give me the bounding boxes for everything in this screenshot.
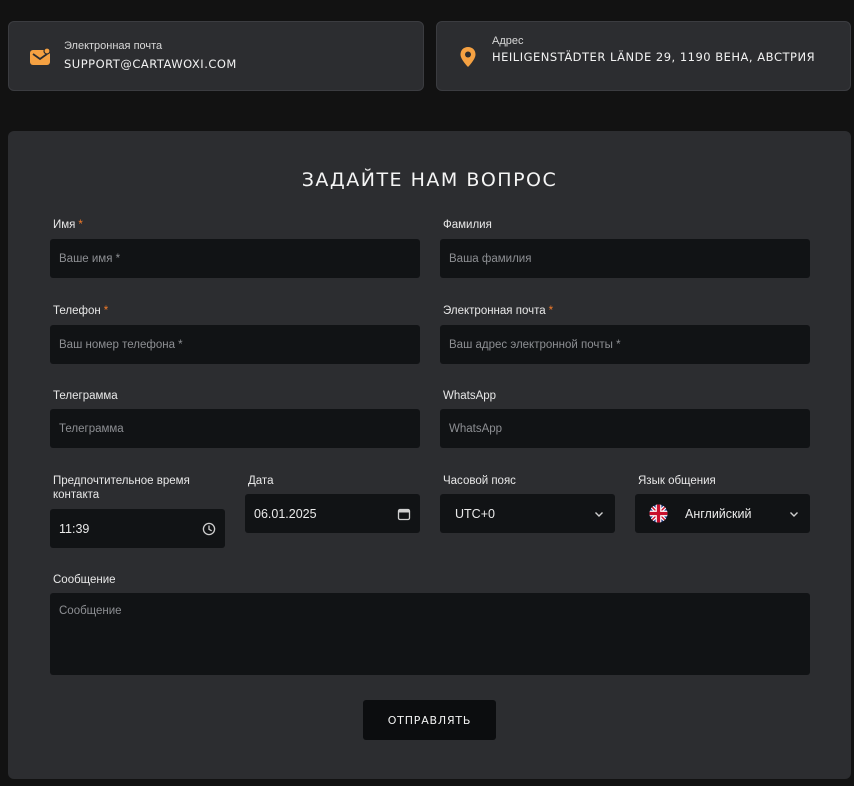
date-label: Дата [248,475,274,487]
language-label: Язык общения [638,475,716,487]
whatsapp-input[interactable] [440,409,810,448]
calendar-icon [397,508,411,520]
phone-input[interactable] [50,325,420,364]
address-card: Адрес HEILIGENSTÄDTER LÄNDE 29, 1190 ВЕН… [436,21,851,91]
message-textarea[interactable] [50,593,810,675]
timezone-value: UTC+0 [455,506,495,521]
chevron-down-icon [790,511,798,517]
telegram-input[interactable] [50,409,420,448]
form-title: ЗАДАЙТЕ НАМ ВОПРОС [301,169,558,191]
first-name-label: Имя * [53,219,83,231]
question-form: ЗАДАЙТЕ НАМ ВОПРОС Имя* Фамилия Телефон*… [8,131,851,779]
last-name-label: Фамилия [443,219,492,231]
timezone-label: Часовой пояс [443,475,516,487]
email-card: Электронная почта SUPPORT@CARTAWOXI.COM [8,21,424,91]
message-label: Сообщение [53,574,116,586]
email-card-value[interactable]: SUPPORT@CARTAWOXI.COM [64,58,403,71]
email-card-label: Электронная почта [64,40,163,52]
submit-button[interactable]: ОТПРАВЛЯТЬ [363,700,496,740]
date-input[interactable]: 06.01.2025 [245,494,420,533]
location-pin-icon [460,47,476,67]
chevron-down-icon [595,511,603,517]
address-card-value: HEILIGENSTÄDTER LÄNDE 29, 1190 ВЕНА, АВС… [492,50,816,64]
address-card-label: Адрес [492,35,524,47]
contact-time-input[interactable]: 11:39 [50,509,225,548]
clock-icon [202,522,216,535]
date-value: 06.01.2025 [254,506,317,521]
language-value: Английский [685,506,752,521]
email-label: Электронная почта * [443,305,554,317]
whatsapp-label: WhatsApp [443,390,497,402]
phone-label: Телефон * [53,305,109,317]
email-input[interactable] [440,325,810,364]
language-select[interactable]: Английский [635,494,810,533]
telegram-label: Телеграмма [53,390,118,402]
envelope-icon [30,47,51,65]
contact-time-label: Предпочтительное время контакта [53,475,190,501]
first-name-input[interactable] [50,239,420,278]
timezone-select[interactable]: UTC+0 [440,494,615,533]
contact-time-value: 11:39 [59,521,90,536]
last-name-input[interactable] [440,239,810,278]
uk-flag-icon [649,504,668,523]
